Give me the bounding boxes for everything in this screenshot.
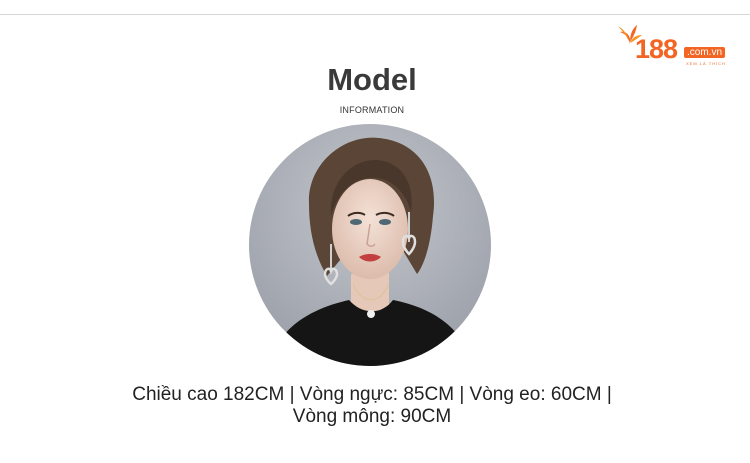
model-portrait bbox=[249, 124, 491, 366]
page-title: Model bbox=[327, 62, 417, 97]
top-divider bbox=[0, 14, 750, 15]
model-portrait-photo bbox=[249, 124, 491, 366]
measurements-line-2: Vòng mông: 90CM bbox=[292, 406, 452, 427]
measurements-line-1: Chiều cao 182CM | Vòng ngực: 85CM | Vòng… bbox=[132, 384, 612, 405]
page-subtitle: INFORMATION bbox=[339, 105, 405, 115]
logo-digits: 188 bbox=[635, 34, 678, 64]
logo-domain: .com.vn bbox=[684, 47, 726, 58]
model-measurements: Chiều cao 182CM | Vòng ngực: 85CM | Vòng… bbox=[100, 384, 644, 428]
